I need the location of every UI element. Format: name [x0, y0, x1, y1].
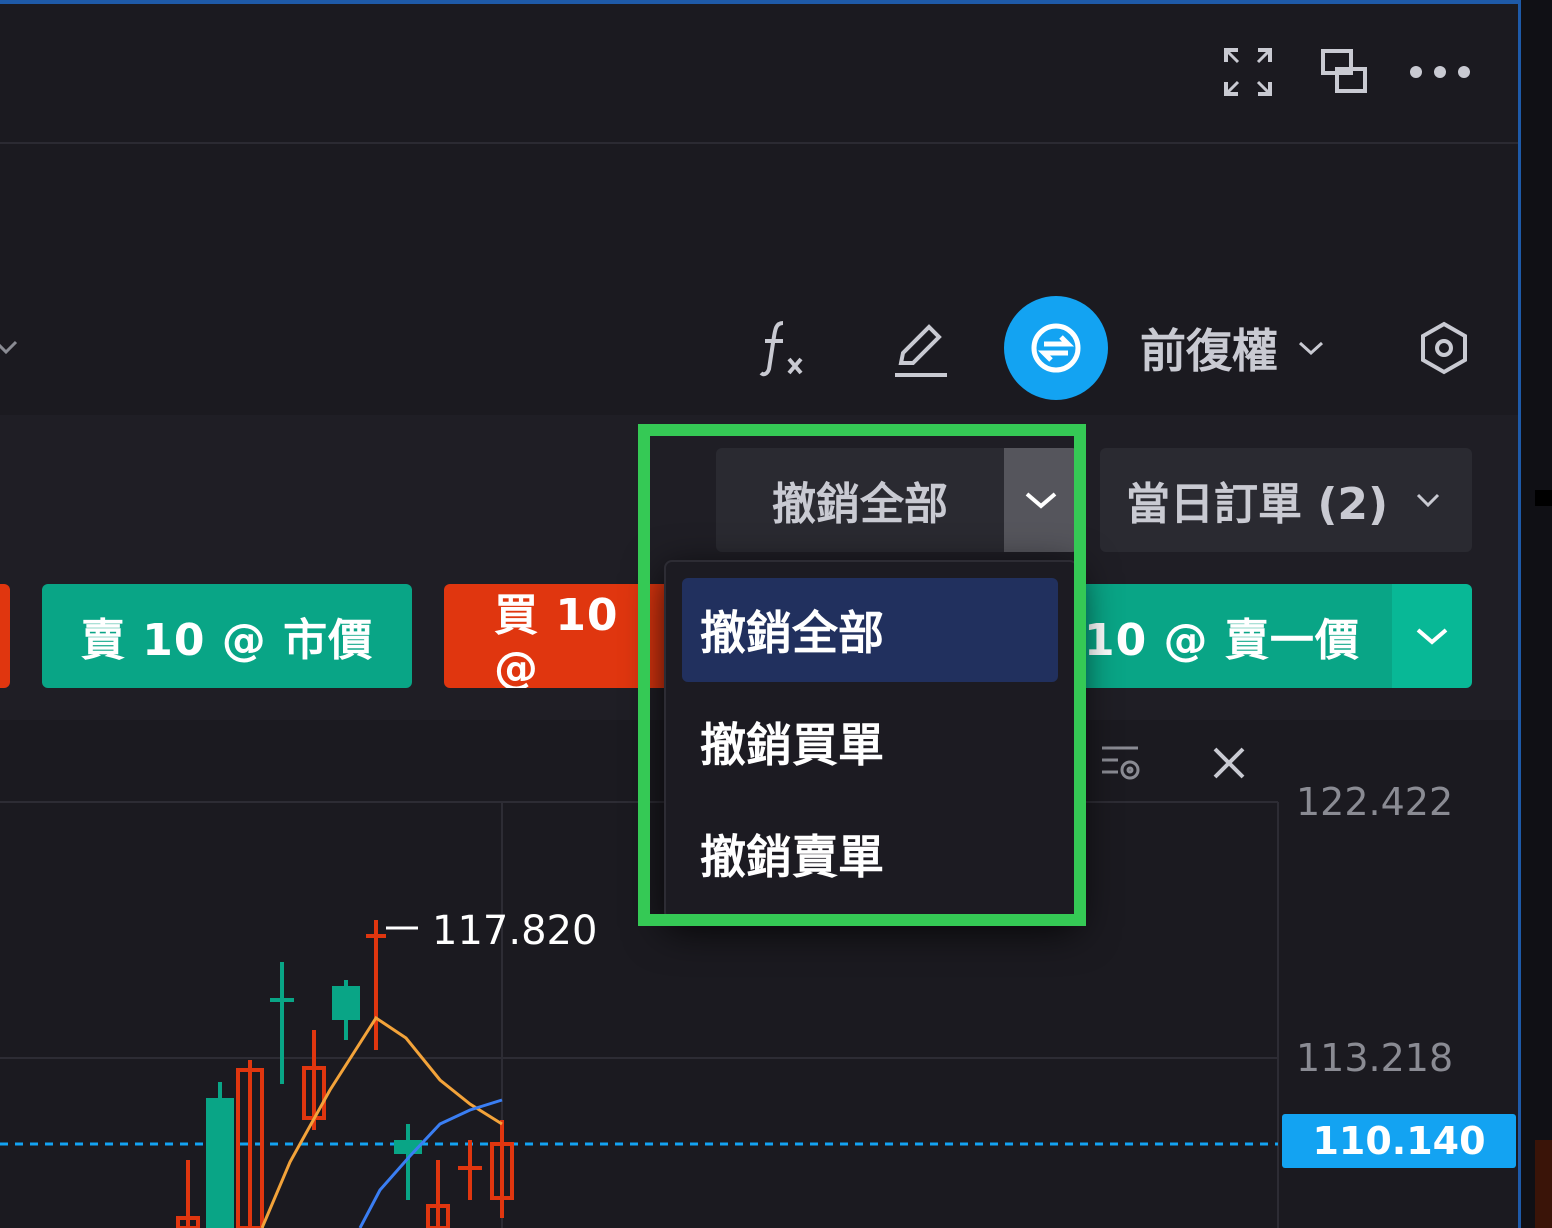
swap-order-icon[interactable] — [1004, 296, 1108, 400]
dropdown-item-cancel-all[interactable]: 撤銷全部 — [682, 578, 1058, 682]
popout-window-icon[interactable] — [1316, 44, 1372, 100]
partial-buy-button[interactable] — [0, 584, 10, 688]
chevron-down-icon — [1298, 341, 1324, 356]
window-top-border — [0, 0, 1518, 4]
buy-market-label: 買 10 @ — [494, 589, 619, 689]
high-price-marker: 117.820 — [432, 908, 598, 954]
current-price-label: 110.140 — [1282, 1114, 1516, 1168]
draw-pencil-icon[interactable] — [888, 316, 952, 380]
dropdown-item-cancel-buy[interactable]: 撤銷買單 — [682, 690, 1058, 794]
chevron-down-icon — [1025, 492, 1057, 509]
price-adjust-label: 前復權 — [1140, 324, 1278, 378]
chevron-down-icon — [1417, 493, 1440, 508]
settings-hexagon-icon[interactable] — [1412, 316, 1476, 380]
chevron-down-icon[interactable] — [0, 332, 20, 362]
indicator-settings-icon[interactable] — [1096, 738, 1146, 788]
indicator-fx-icon[interactable] — [752, 316, 816, 380]
price-adjust-selector[interactable]: 前復權 — [1140, 316, 1350, 380]
axis-price-label: 113.218 — [1296, 1036, 1454, 1080]
window-right-edge — [1518, 0, 1552, 1228]
fullscreen-icon[interactable] — [1220, 44, 1276, 100]
close-icon[interactable] — [1204, 738, 1254, 788]
sell-ask-dropdown-toggle[interactable] — [1392, 584, 1472, 688]
today-orders-label: 當日訂單 (2) — [1126, 479, 1389, 530]
chevron-down-icon — [1416, 628, 1448, 645]
cancel-orders-dropdown-menu: 撤銷全部 撤銷買單 撤銷賣單 — [664, 560, 1078, 920]
sell-market-button[interactable]: 賣 10 @ 市價 — [42, 584, 412, 688]
cancel-all-button[interactable]: 撤銷全部 — [716, 448, 1004, 552]
header-divider — [0, 142, 1518, 144]
sell-ask-button[interactable]: 10 @ 賣一價 — [1080, 584, 1392, 688]
sell-market-label: 賣 10 @ 市價 — [80, 615, 374, 666]
sell-ask-label: 10 @ 賣一價 — [1084, 615, 1360, 666]
cancel-all-label: 撤銷全部 — [772, 479, 948, 530]
axis-price-label: 122.422 — [1296, 780, 1454, 824]
cancel-dropdown-toggle[interactable] — [1004, 448, 1078, 552]
today-orders-button[interactable]: 當日訂單 (2) — [1100, 448, 1472, 552]
dropdown-item-cancel-sell[interactable]: 撤銷賣單 — [682, 802, 1058, 906]
buy-market-button[interactable]: 買 10 @ — [444, 584, 674, 688]
more-icon[interactable] — [1404, 52, 1476, 92]
